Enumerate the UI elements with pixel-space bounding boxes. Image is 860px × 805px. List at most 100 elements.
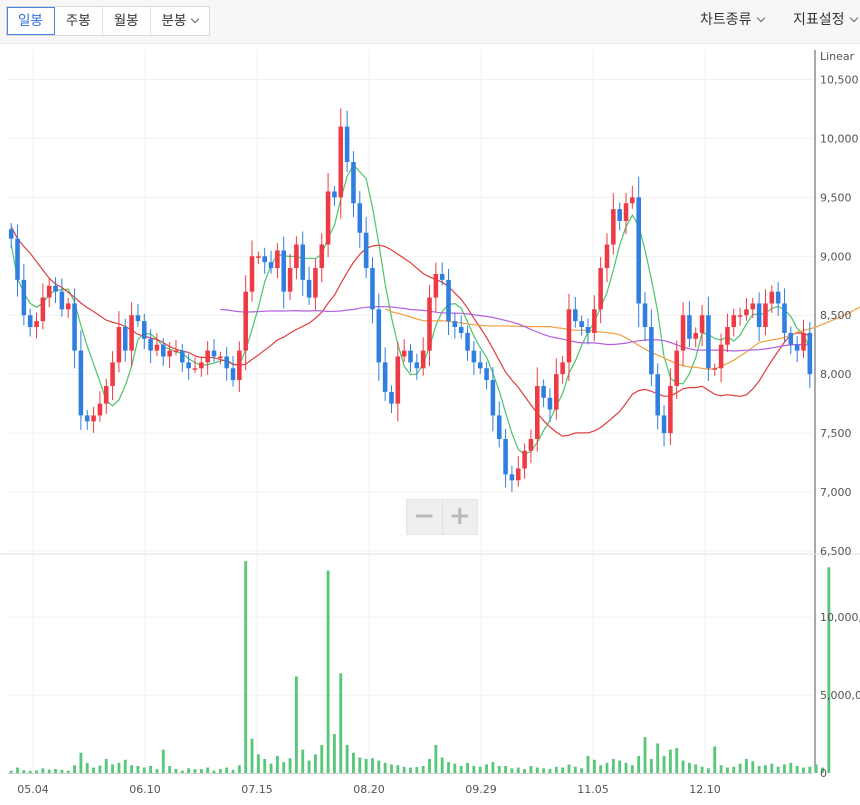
- time-tick-label: 08.20: [353, 783, 385, 796]
- volume-bar: [681, 760, 685, 773]
- volume-bar: [586, 755, 590, 773]
- candle-body: [110, 362, 115, 386]
- candle-body: [807, 332, 813, 375]
- chart-type-menu[interactable]: 차트종류: [700, 6, 765, 34]
- volume-bar: [656, 743, 660, 773]
- tab-monthly[interactable]: 월봉: [103, 7, 151, 35]
- zoom-control: − +: [406, 499, 478, 535]
- volume-bar: [256, 754, 260, 773]
- volume-bar: [339, 673, 343, 773]
- period-tabs: 일봉 주봉 월봉 분봉: [6, 6, 211, 36]
- candle-body: [65, 303, 71, 310]
- zoom-in-button[interactable]: +: [443, 500, 478, 534]
- volume-bar: [592, 759, 596, 773]
- time-tick-label: 09.29: [465, 783, 497, 796]
- candle-body: [97, 403, 103, 416]
- candle-body: [395, 356, 401, 404]
- volume-bar: [130, 765, 134, 773]
- candle-body: [427, 297, 432, 351]
- volume-bar: [561, 767, 565, 773]
- candle-body: [135, 315, 141, 322]
- volume-bar: [649, 758, 653, 773]
- volume-bar: [808, 766, 812, 773]
- candle-body: [433, 273, 439, 298]
- price-tick-label: 7,500: [820, 427, 852, 440]
- volume-bar: [694, 764, 698, 773]
- volume-bar: [751, 761, 755, 773]
- volume-bar: [795, 765, 799, 773]
- axis-layer: [0, 50, 860, 774]
- price-tick-label: 7,000: [820, 486, 852, 499]
- candle-body: [668, 385, 673, 434]
- candle-body: [623, 203, 629, 221]
- volume-bar: [218, 769, 222, 773]
- indicator-label: 지표설정: [793, 12, 845, 28]
- volume-bar: [567, 764, 571, 773]
- tab-daily[interactable]: 일봉: [7, 7, 55, 35]
- candle-body: [34, 321, 39, 328]
- candle-body: [148, 338, 153, 351]
- volume-bar: [637, 755, 641, 773]
- tab-weekly[interactable]: 주봉: [55, 7, 103, 35]
- candle-body: [477, 362, 483, 369]
- zoom-out-button[interactable]: −: [407, 500, 443, 534]
- candle-body: [687, 315, 692, 339]
- volume-bar: [415, 767, 419, 773]
- time-tick-label: 07.15: [241, 783, 273, 796]
- volume-tick-label: 0: [820, 767, 827, 780]
- volume-bar: [364, 758, 368, 773]
- volume-bar: [485, 764, 488, 773]
- candle-body: [756, 303, 762, 328]
- volume-bar: [41, 768, 45, 773]
- grid-layer: [8, 50, 813, 773]
- candle-body: [642, 303, 648, 328]
- candle-body: [750, 303, 756, 310]
- candle-body: [649, 327, 654, 375]
- volume-bar: [47, 769, 51, 773]
- volume-bar: [523, 769, 527, 773]
- candle-body: [503, 439, 508, 475]
- candle-body: [78, 350, 84, 416]
- volume-bar: [187, 768, 191, 773]
- candle-body: [218, 356, 223, 358]
- volume-bar: [510, 768, 514, 773]
- volume-bar: [66, 770, 70, 773]
- candle-body: [141, 321, 147, 339]
- candle-body: [522, 450, 527, 469]
- volume-bar: [599, 765, 603, 773]
- candle-body: [294, 244, 299, 269]
- candle-body: [401, 350, 407, 357]
- volume-bar: [28, 770, 32, 773]
- candle-body: [376, 309, 382, 363]
- volume-bar: [789, 762, 793, 773]
- candle-body: [737, 315, 743, 317]
- candle-body: [794, 344, 800, 351]
- price-tick-label: 8,000: [820, 368, 852, 381]
- candle-body: [528, 439, 534, 451]
- volume-bar: [459, 765, 463, 773]
- candle-body: [604, 244, 610, 269]
- candle-body: [439, 273, 445, 280]
- volume-bar: [434, 744, 438, 773]
- candle-body: [769, 291, 775, 304]
- candle-body: [249, 256, 255, 292]
- volume-bar: [605, 762, 609, 773]
- volume-bar: [117, 762, 121, 773]
- candle-body: [496, 415, 502, 440]
- volume-bar: [732, 766, 736, 773]
- candle-body: [611, 209, 616, 245]
- volume-bar: [98, 765, 102, 773]
- indicator-menu[interactable]: 지표설정: [793, 6, 858, 34]
- candle-body: [262, 256, 267, 263]
- candle-body: [180, 350, 185, 363]
- chevron-down-icon: [191, 14, 200, 24]
- candle-body: [801, 332, 806, 351]
- volume-bar: [73, 765, 76, 773]
- volume-bar: [371, 758, 374, 773]
- volume-bar: [104, 758, 108, 773]
- candle-body: [731, 315, 737, 328]
- candle-body: [154, 344, 160, 351]
- tab-minute[interactable]: 분봉: [151, 7, 210, 35]
- candle-body: [287, 268, 293, 292]
- time-tick-label: 12.10: [689, 783, 721, 796]
